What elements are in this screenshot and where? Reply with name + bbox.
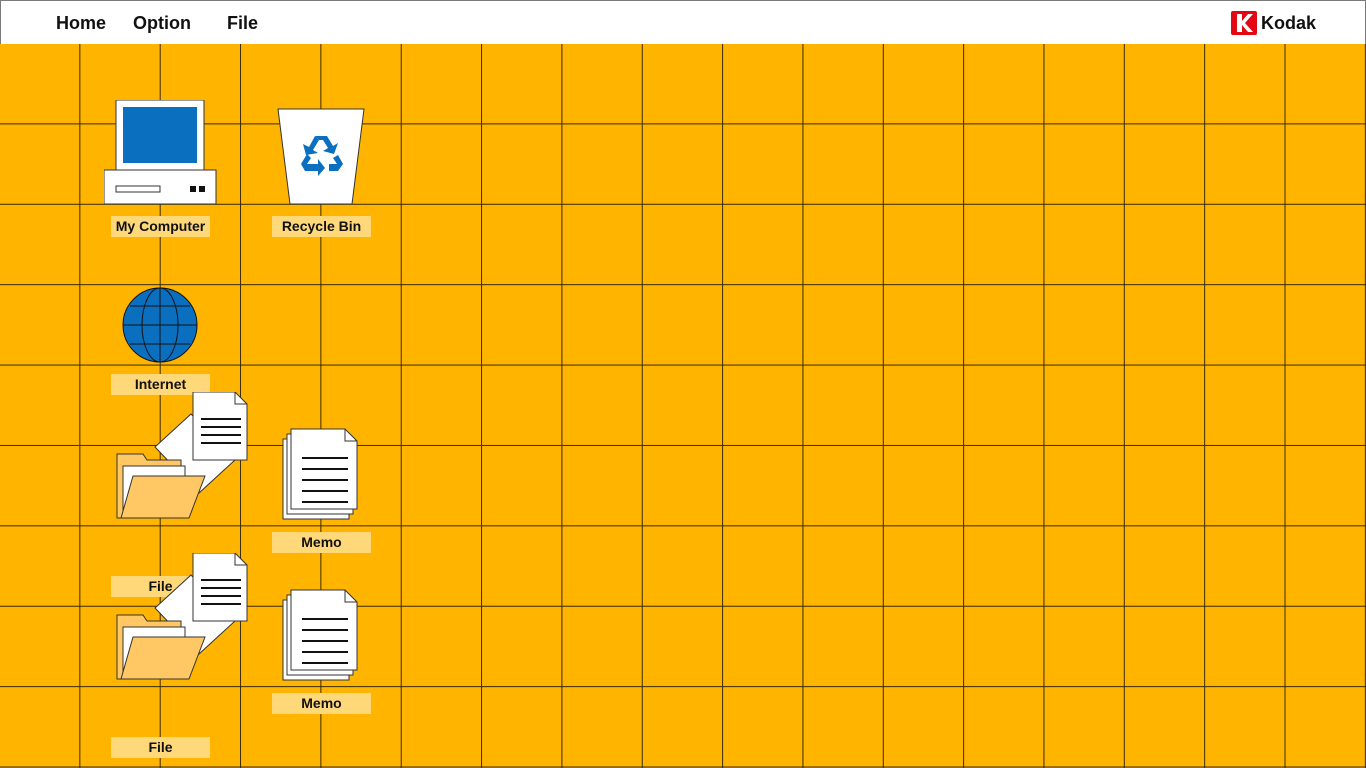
desktop[interactable]: My Computer Recycle Bin Internet File Me… xyxy=(0,44,1366,768)
desktop-icon-file[interactable]: File xyxy=(100,390,250,597)
icon-label: Recycle Bin xyxy=(272,216,371,237)
memo-documents-icon xyxy=(282,589,358,681)
folder-documents-icon xyxy=(116,553,248,680)
icon-label: Memo xyxy=(272,693,371,714)
recycle-bin-icon xyxy=(277,108,365,205)
menu-file[interactable]: File xyxy=(227,13,258,33)
kodak-logo-icon xyxy=(1231,11,1257,35)
menu-option[interactable]: Option xyxy=(133,13,191,33)
desktop-icon-internet[interactable]: Internet xyxy=(100,286,225,398)
desktop-icon-file[interactable]: File xyxy=(100,551,250,758)
menu-home[interactable]: Home xyxy=(56,13,106,33)
desktop-icon-my-computer[interactable]: My Computer xyxy=(100,98,225,238)
desktop-icon-memo[interactable]: Memo xyxy=(262,424,387,554)
desktop-icon-recycle-bin[interactable]: Recycle Bin xyxy=(262,104,387,238)
icon-label: Memo xyxy=(272,532,371,553)
globe-icon xyxy=(122,287,198,363)
computer-icon xyxy=(104,100,217,205)
menu-bar: Home Option File Kodak xyxy=(0,0,1366,45)
icon-label: My Computer xyxy=(111,216,210,237)
folder-documents-icon xyxy=(116,392,248,519)
desktop-icon-memo[interactable]: Memo xyxy=(262,585,387,715)
brand-logo: Kodak xyxy=(1231,11,1316,35)
brand-name: Kodak xyxy=(1261,13,1317,33)
memo-documents-icon xyxy=(282,428,358,520)
icon-label: File xyxy=(111,737,210,758)
